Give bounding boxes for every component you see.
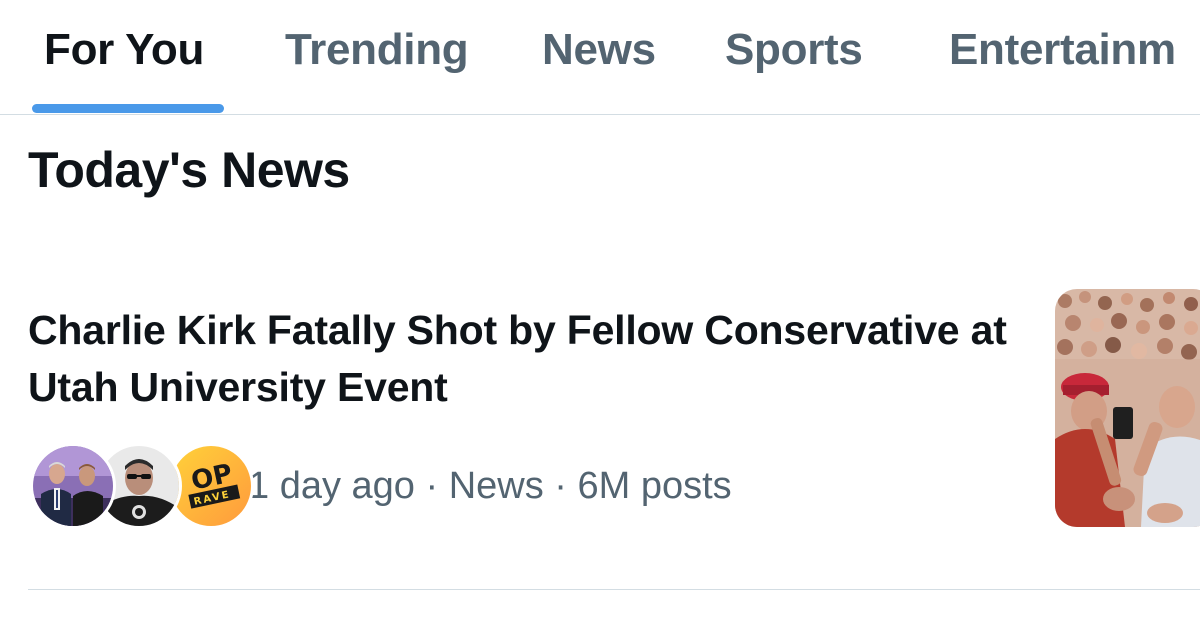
tab-sports[interactable]: Sports bbox=[725, 20, 863, 80]
explore-page: For You Trending News Sports Entertainm … bbox=[0, 0, 1200, 630]
item-divider bbox=[28, 589, 1200, 590]
crowd-photo-icon bbox=[1055, 289, 1200, 527]
two-men-photo-avatar bbox=[30, 443, 116, 529]
tab-news[interactable]: News bbox=[542, 20, 656, 80]
tab-for-you[interactable]: For You bbox=[44, 20, 204, 80]
tab-entertainment[interactable]: Entertainm bbox=[949, 20, 1176, 80]
crowd-photo-thumbnail[interactable] bbox=[1055, 289, 1200, 527]
section-title: Today's News bbox=[28, 142, 350, 198]
news-headline[interactable]: Charlie Kirk Fatally Shot by Fellow Cons… bbox=[28, 302, 1028, 416]
source-avatars: OP RAVE bbox=[30, 443, 254, 529]
active-tab-indicator bbox=[32, 104, 224, 113]
news-meta: 1 day ago · News · 6M posts bbox=[248, 465, 732, 507]
pop-crave-logo-icon: OP RAVE bbox=[171, 446, 251, 526]
tab-trending[interactable]: Trending bbox=[285, 20, 469, 80]
two-men-photo-icon bbox=[33, 446, 113, 526]
explore-tab-bar: For You Trending News Sports Entertainm bbox=[0, 0, 1200, 115]
